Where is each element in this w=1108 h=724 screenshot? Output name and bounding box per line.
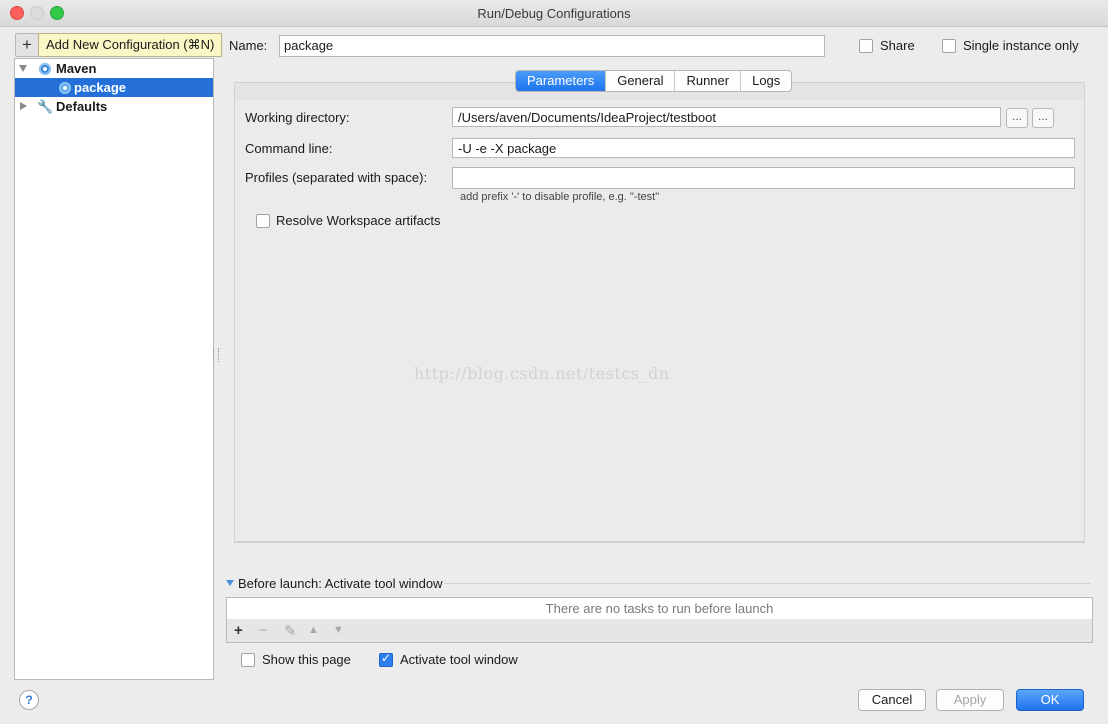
tree-item-defaults[interactable]: 🔧 Defaults [15,97,213,116]
add-configuration-button[interactable]: + [15,33,39,57]
window-title: Run/Debug Configurations [477,6,631,21]
activate-tool-window-checkbox[interactable] [379,651,393,667]
share-label: Share [880,38,915,53]
tab-logs[interactable]: Logs [741,71,791,91]
collapse-triangle-icon[interactable] [20,102,27,110]
tab-parameters[interactable]: Parameters [516,71,607,91]
name-label: Name: [229,38,268,53]
configuration-tree[interactable]: Maven package 🔧 Defaults [14,58,214,680]
before-launch-title: Before launch: Activate tool window [238,576,443,591]
show-this-page-label: Show this page [262,652,351,667]
edit-task-icon[interactable]: ✎ [284,622,297,640]
tree-item-label: Maven [56,61,97,76]
cancel-button[interactable]: Cancel [858,689,926,711]
profiles-label: Profiles (separated with space): [245,170,428,185]
add-task-icon[interactable]: + [234,622,243,639]
command-line-label: Command line: [245,141,333,156]
separator [444,583,1090,584]
browse-directory-button[interactable]: ... [1006,108,1028,128]
single-instance-checkbox[interactable] [942,39,956,53]
resolve-workspace-checkbox[interactable] [256,214,270,228]
tree-item-label: package [74,80,127,95]
move-up-icon[interactable]: ▲ [308,624,319,636]
command-line-input[interactable]: -U -e -X package [452,138,1075,158]
working-directory-input[interactable]: /Users/aven/Documents/IdeaProject/testbo… [452,107,1001,127]
resolve-workspace-label: Resolve Workspace artifacts [276,213,441,228]
remove-task-icon[interactable]: − [259,622,268,639]
maven-gear-icon [59,82,71,94]
tree-item-label: Defaults [56,99,108,114]
move-down-icon[interactable]: ▼ [333,624,344,636]
profiles-input[interactable] [452,167,1075,189]
before-launch-toolbar: + − ✎ ▲ ▼ [226,619,1093,643]
tree-item-package[interactable]: package [15,78,213,97]
splitter-handle[interactable] [213,348,219,362]
working-directory-label: Working directory: [245,110,350,125]
wrench-icon: 🔧 [37,99,54,114]
before-launch-collapse-icon[interactable] [226,580,234,586]
tree-item-maven[interactable]: Maven [15,59,213,78]
single-instance-label: Single instance only [963,38,1079,53]
before-launch-task-list[interactable]: There are no tasks to run before launch [226,597,1093,620]
show-this-page-checkbox[interactable] [241,653,255,667]
tab-runner[interactable]: Runner [675,71,742,91]
activate-tool-window-label: Activate tool window [400,652,518,667]
maven-gear-icon [39,63,51,75]
ok-button[interactable]: OK [1016,689,1084,711]
macros-button[interactable]: ... [1032,108,1054,128]
tab-bar: Parameters General Runner Logs [515,70,793,92]
help-button[interactable]: ? [19,690,39,710]
watermark-text: http://blog.csdn.net/testcs_dn [414,364,670,383]
tab-general[interactable]: General [606,71,676,91]
add-configuration-tooltip: Add New Configuration (⌘N) [38,33,223,57]
expand-triangle-icon[interactable] [19,65,27,72]
apply-button[interactable]: Apply [936,689,1004,711]
profiles-hint: add prefix '-' to disable profile, e.g. … [460,191,660,203]
name-input[interactable]: package [279,35,825,57]
share-checkbox[interactable] [859,39,873,53]
